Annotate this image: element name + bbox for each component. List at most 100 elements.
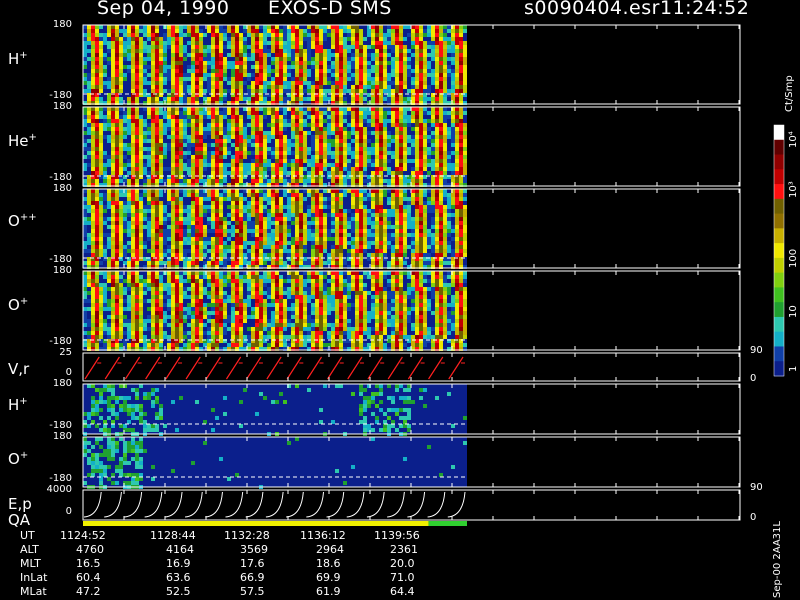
spectrogram-cell <box>235 29 239 33</box>
spectrogram-cell <box>411 151 415 155</box>
spectrogram-cell <box>263 135 267 139</box>
spectrogram-cell <box>159 69 163 73</box>
spectrogram-cell <box>91 253 95 257</box>
spectrogram-cell <box>315 249 319 253</box>
spectrogram-cell <box>119 131 123 135</box>
spectrogram-cell <box>419 115 423 119</box>
spectrogram-cell <box>295 155 299 159</box>
spectrogram-cell <box>219 253 223 257</box>
spectrogram-cell <box>415 261 419 265</box>
spectrogram-cell <box>359 171 363 175</box>
spectrogram-cell <box>239 57 243 61</box>
spectrogram-cell <box>259 229 263 233</box>
spectrogram-cell <box>287 29 291 33</box>
spectrogram-cell <box>215 135 219 139</box>
spectrogram-cell <box>203 135 207 139</box>
spectrogram-cell <box>203 73 207 77</box>
spectrogram-cell <box>355 205 359 209</box>
spectrogram-cell <box>355 81 359 85</box>
spectrogram-cell <box>231 41 235 45</box>
spectrogram-cell <box>115 189 119 193</box>
spectrogram-cell <box>215 143 219 147</box>
spectrogram-cell <box>199 61 203 65</box>
spectrogram-cell <box>295 193 299 197</box>
spectrogram-cell <box>207 179 211 183</box>
spectrogram-cell <box>399 221 403 225</box>
spectrogram-cell <box>315 29 319 33</box>
spectrogram-cell <box>403 237 407 241</box>
spectrogram-cell <box>307 29 311 33</box>
spectrogram-cell <box>263 69 267 73</box>
spectrogram-cell <box>91 151 95 155</box>
spectrogram-cell <box>123 221 127 225</box>
spectrogram-cell <box>227 205 231 209</box>
spectrogram-cell <box>235 139 239 143</box>
spectrogram-cell <box>459 135 463 139</box>
spectrogram-cell <box>87 37 91 41</box>
spectrogram-cell <box>419 33 423 37</box>
spectrogram-cell <box>259 167 263 171</box>
spectrogram-cell <box>159 85 163 89</box>
spectrogram-cell <box>383 155 387 159</box>
spectrogram-cell <box>407 115 411 119</box>
spectrogram-cell <box>275 245 279 249</box>
spectrogram-cell <box>439 127 443 131</box>
spectrogram-cell <box>291 261 295 265</box>
spectrogram-cell <box>403 249 407 253</box>
spectrogram-cell <box>375 233 379 237</box>
spectrogram-cell <box>395 29 399 33</box>
spectrogram-cell <box>171 221 175 225</box>
spectrogram-cell <box>203 193 207 197</box>
spectrogram-cell <box>391 151 395 155</box>
spectrogram-cell <box>95 189 99 193</box>
spectrogram-cell <box>323 159 327 163</box>
spectrogram-cell <box>219 89 223 93</box>
spectrogram-cell <box>455 65 459 69</box>
spectrogram-cell <box>375 135 379 139</box>
spectrogram-cell <box>395 245 399 249</box>
spectrogram-cell <box>91 213 95 217</box>
spectrogram-cell <box>99 111 103 115</box>
spectrogram-cell <box>355 135 359 139</box>
spectrogram-cell <box>327 143 331 147</box>
spectrogram-cell <box>115 151 119 155</box>
spectrogram-cell <box>295 159 299 163</box>
spectrogram-cell <box>439 49 443 53</box>
spectrogram-cell <box>83 139 87 143</box>
spectrogram-cell <box>395 171 399 175</box>
spectrogram-cell <box>455 45 459 49</box>
spectrogram-cell <box>379 97 383 101</box>
spectrogram-cell <box>167 189 171 193</box>
spectrogram-cell <box>135 225 139 229</box>
spectrogram-cell <box>119 221 123 225</box>
spectrogram-cell <box>443 167 447 171</box>
spectrogram-cell <box>411 89 415 93</box>
spectrogram-cell <box>387 201 391 205</box>
spectrogram-cell <box>175 171 179 175</box>
spectrogram-cell <box>251 189 255 193</box>
spectrogram-cell <box>155 197 159 201</box>
spectrogram-cell <box>211 37 215 41</box>
spectrogram-cell <box>307 37 311 41</box>
spectrogram-cell <box>99 69 103 73</box>
spectrogram-cell <box>311 253 315 257</box>
spectrogram-cell <box>195 41 199 45</box>
spectrogram-cell <box>459 69 463 73</box>
spectrogram-cell <box>219 57 223 61</box>
spectrogram-cell <box>415 159 419 163</box>
spectrogram-cell <box>419 245 423 249</box>
spectrogram-cell <box>331 119 335 123</box>
spectrogram-cell <box>155 69 159 73</box>
spectrogram-cell <box>283 225 287 229</box>
spectrogram-cell <box>191 201 195 205</box>
spectrogram-cell <box>199 167 203 171</box>
spectrogram-cell <box>371 143 375 147</box>
spectrogram-cell <box>415 193 419 197</box>
spectrogram-cell <box>355 37 359 41</box>
spectrogram-cell <box>403 131 407 135</box>
spectrogram-cell <box>219 123 223 127</box>
spectrogram-cell <box>199 131 203 135</box>
spectrogram-cell <box>195 167 199 171</box>
spectrogram-cell <box>171 209 175 213</box>
spectrogram-cell <box>451 135 455 139</box>
